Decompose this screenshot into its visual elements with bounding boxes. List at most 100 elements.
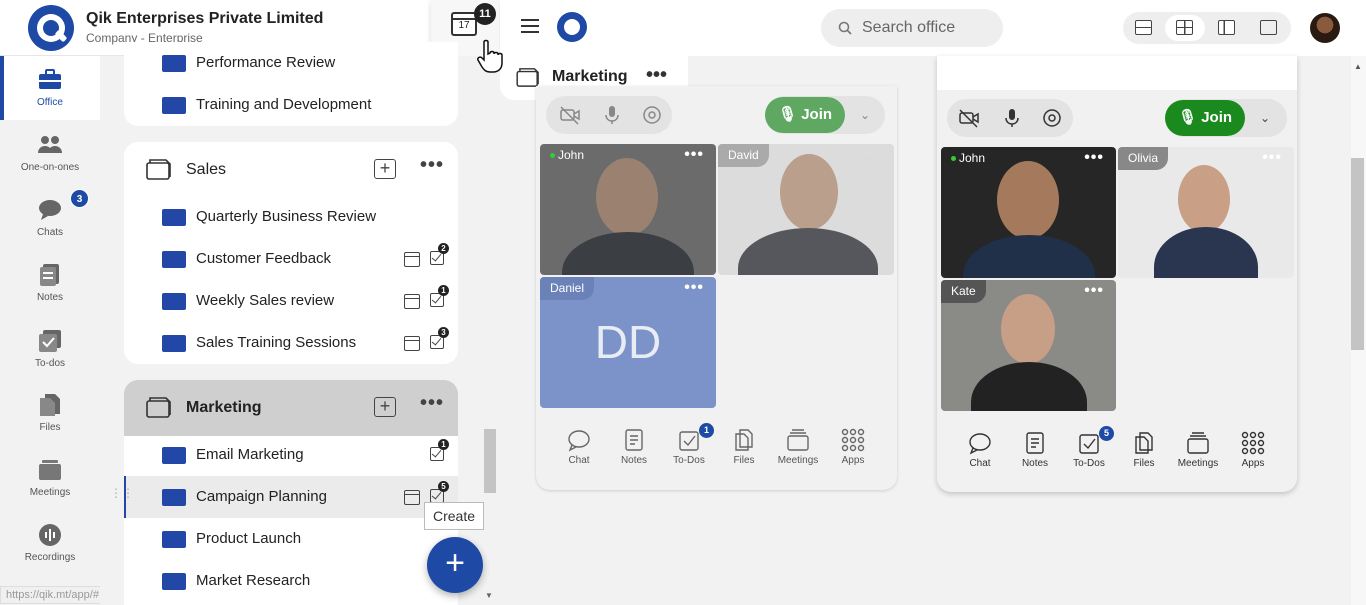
online-status-icon bbox=[951, 156, 956, 162]
toolbar-files[interactable]: Files bbox=[1117, 431, 1171, 469]
add-channel-button[interactable]: + bbox=[374, 159, 396, 179]
apps-grid-icon bbox=[1241, 431, 1265, 455]
nav-item-office[interactable]: Office bbox=[0, 68, 100, 130]
nav-item-recordings[interactable]: Recordings bbox=[0, 523, 100, 585]
participant-tile[interactable]: John ••• bbox=[941, 147, 1116, 278]
channel-row[interactable]: Customer Feedback 2 bbox=[124, 238, 458, 280]
participant-tile[interactable]: Olivia ••• bbox=[1118, 147, 1294, 278]
workspace-scrollbar[interactable] bbox=[1351, 158, 1364, 350]
channel-row[interactable]: Performance Review bbox=[124, 42, 458, 84]
create-button[interactable]: + bbox=[427, 537, 483, 593]
calendar-icon[interactable] bbox=[404, 252, 420, 267]
menu-icon[interactable] bbox=[521, 19, 539, 35]
camera-off-icon[interactable] bbox=[958, 107, 980, 129]
calendar-icon[interactable]: 17 bbox=[451, 12, 477, 36]
toolbar-chat[interactable]: Chat bbox=[552, 428, 606, 466]
channel-row-selected[interactable]: Campaign Planning 5 bbox=[124, 476, 458, 518]
channel-row[interactable]: Product Launch bbox=[124, 518, 458, 560]
layout-single-button[interactable] bbox=[1249, 15, 1289, 41]
tile-menu-icon[interactable]: ••• bbox=[1084, 282, 1104, 300]
tree-scrollbar[interactable] bbox=[484, 429, 496, 493]
user-avatar[interactable] bbox=[1310, 13, 1340, 43]
tile-menu-icon[interactable]: ••• bbox=[684, 146, 704, 164]
nav-item-to-dos[interactable]: To-dos bbox=[0, 329, 100, 391]
channel-row[interactable]: Training and Development bbox=[124, 84, 458, 126]
toolbar-apps[interactable]: Apps bbox=[1226, 431, 1280, 469]
toolbar-meetings[interactable]: Meetings bbox=[771, 428, 825, 466]
participant-tile[interactable]: Daniel ••• DD bbox=[540, 277, 716, 408]
channel-row[interactable]: Weekly Sales review 1 bbox=[124, 280, 458, 322]
settings-icon[interactable] bbox=[641, 104, 663, 126]
channel-row[interactable]: Email Marketing 1 bbox=[124, 434, 458, 476]
people-icon bbox=[38, 136, 62, 153]
nav-item-files[interactable]: Files bbox=[0, 393, 100, 455]
files-icon bbox=[1135, 432, 1153, 454]
participant-tile[interactable]: Kate ••• bbox=[941, 280, 1116, 411]
layout-list-button[interactable] bbox=[1124, 15, 1164, 41]
more-options-icon[interactable]: ••• bbox=[646, 64, 667, 87]
nav-item-chats[interactable]: Chats bbox=[0, 198, 100, 260]
microphone-icon[interactable] bbox=[601, 104, 623, 126]
company-logo[interactable] bbox=[28, 5, 74, 51]
channel-label: Campaign Planning bbox=[196, 488, 327, 505]
microphone-icon: 🎙 bbox=[777, 106, 798, 123]
tile-menu-icon[interactable]: ••• bbox=[1262, 149, 1282, 167]
microphone-icon[interactable] bbox=[1001, 107, 1023, 129]
briefcase-icon bbox=[39, 69, 61, 89]
participant-video bbox=[1154, 227, 1258, 278]
participant-video bbox=[997, 161, 1059, 239]
tile-menu-icon[interactable]: ••• bbox=[684, 279, 704, 297]
company-name[interactable]: Qik Enterprises Private Limited bbox=[86, 10, 323, 28]
participant-video bbox=[738, 228, 878, 275]
settings-icon[interactable] bbox=[1041, 107, 1063, 129]
group-header-marketing[interactable]: Marketing + ••• bbox=[124, 380, 458, 436]
join-options-caret[interactable]: ⌄ bbox=[845, 97, 885, 133]
scroll-down-icon[interactable]: ▼ bbox=[485, 591, 493, 600]
checkbox-icon bbox=[39, 330, 61, 352]
toolbar-apps[interactable]: Apps bbox=[826, 428, 880, 466]
todo-count-badge: 1 bbox=[438, 439, 449, 450]
participant-video bbox=[780, 154, 838, 230]
toolbar-notes[interactable]: Notes bbox=[1008, 431, 1062, 469]
layout-split-button[interactable] bbox=[1207, 15, 1247, 41]
nav-item-one-on-ones[interactable]: One-on-ones bbox=[0, 133, 100, 195]
toolbar-meetings[interactable]: Meetings bbox=[1171, 431, 1225, 469]
toolbar-notes[interactable]: Notes bbox=[607, 428, 661, 466]
meetings-icon bbox=[39, 460, 61, 480]
more-options-icon[interactable]: ••• bbox=[420, 154, 444, 177]
group-header-sales[interactable]: Sales + ••• bbox=[124, 142, 458, 198]
participant-tile[interactable]: David ••• bbox=[718, 144, 894, 275]
add-channel-button[interactable]: + bbox=[374, 397, 396, 417]
apps-grid-icon bbox=[841, 428, 865, 452]
layout-grid-button[interactable] bbox=[1165, 15, 1205, 41]
join-button[interactable]: 🎙 Join bbox=[1165, 100, 1245, 136]
drag-handle-icon[interactable]: ⋮⋮ bbox=[110, 487, 134, 499]
participant-name: Daniel bbox=[540, 277, 595, 300]
join-button[interactable]: 🎙 Join bbox=[765, 97, 845, 133]
camera-off-icon[interactable] bbox=[559, 104, 581, 126]
channel-label: Market Research bbox=[196, 572, 311, 589]
channel-row[interactable]: Sales Training Sessions 3 bbox=[124, 322, 458, 364]
join-options-caret[interactable]: ⌄ bbox=[1245, 100, 1285, 136]
join-label: Join bbox=[1201, 109, 1233, 126]
toolbar-chat[interactable]: Chat bbox=[953, 431, 1007, 469]
participant-tile[interactable]: John ••• bbox=[540, 144, 716, 275]
channel-row[interactable]: Market Research bbox=[124, 560, 458, 602]
group-name: Marketing bbox=[186, 399, 262, 416]
scroll-up-icon[interactable]: ▲ bbox=[1354, 62, 1362, 71]
calendar-icon[interactable] bbox=[404, 336, 420, 351]
recording-wave-icon bbox=[39, 524, 61, 546]
nav-item-meetings[interactable]: Meetings bbox=[0, 458, 100, 520]
calendar-icon[interactable] bbox=[404, 294, 420, 309]
more-options-icon[interactable]: ••• bbox=[420, 392, 444, 415]
tile-menu-icon[interactable]: ••• bbox=[862, 146, 882, 164]
participant-name: John bbox=[540, 144, 594, 167]
nav-item-notes[interactable]: Notes bbox=[0, 263, 100, 325]
channel-row[interactable]: Quarterly Business Review bbox=[124, 196, 458, 238]
folder-icon bbox=[146, 159, 171, 180]
app-logo[interactable] bbox=[557, 12, 587, 42]
nav-label: Files bbox=[39, 422, 61, 433]
tile-menu-icon[interactable]: ••• bbox=[1084, 149, 1104, 167]
toolbar-files[interactable]: Files bbox=[717, 428, 771, 466]
calendar-icon[interactable] bbox=[404, 490, 420, 505]
